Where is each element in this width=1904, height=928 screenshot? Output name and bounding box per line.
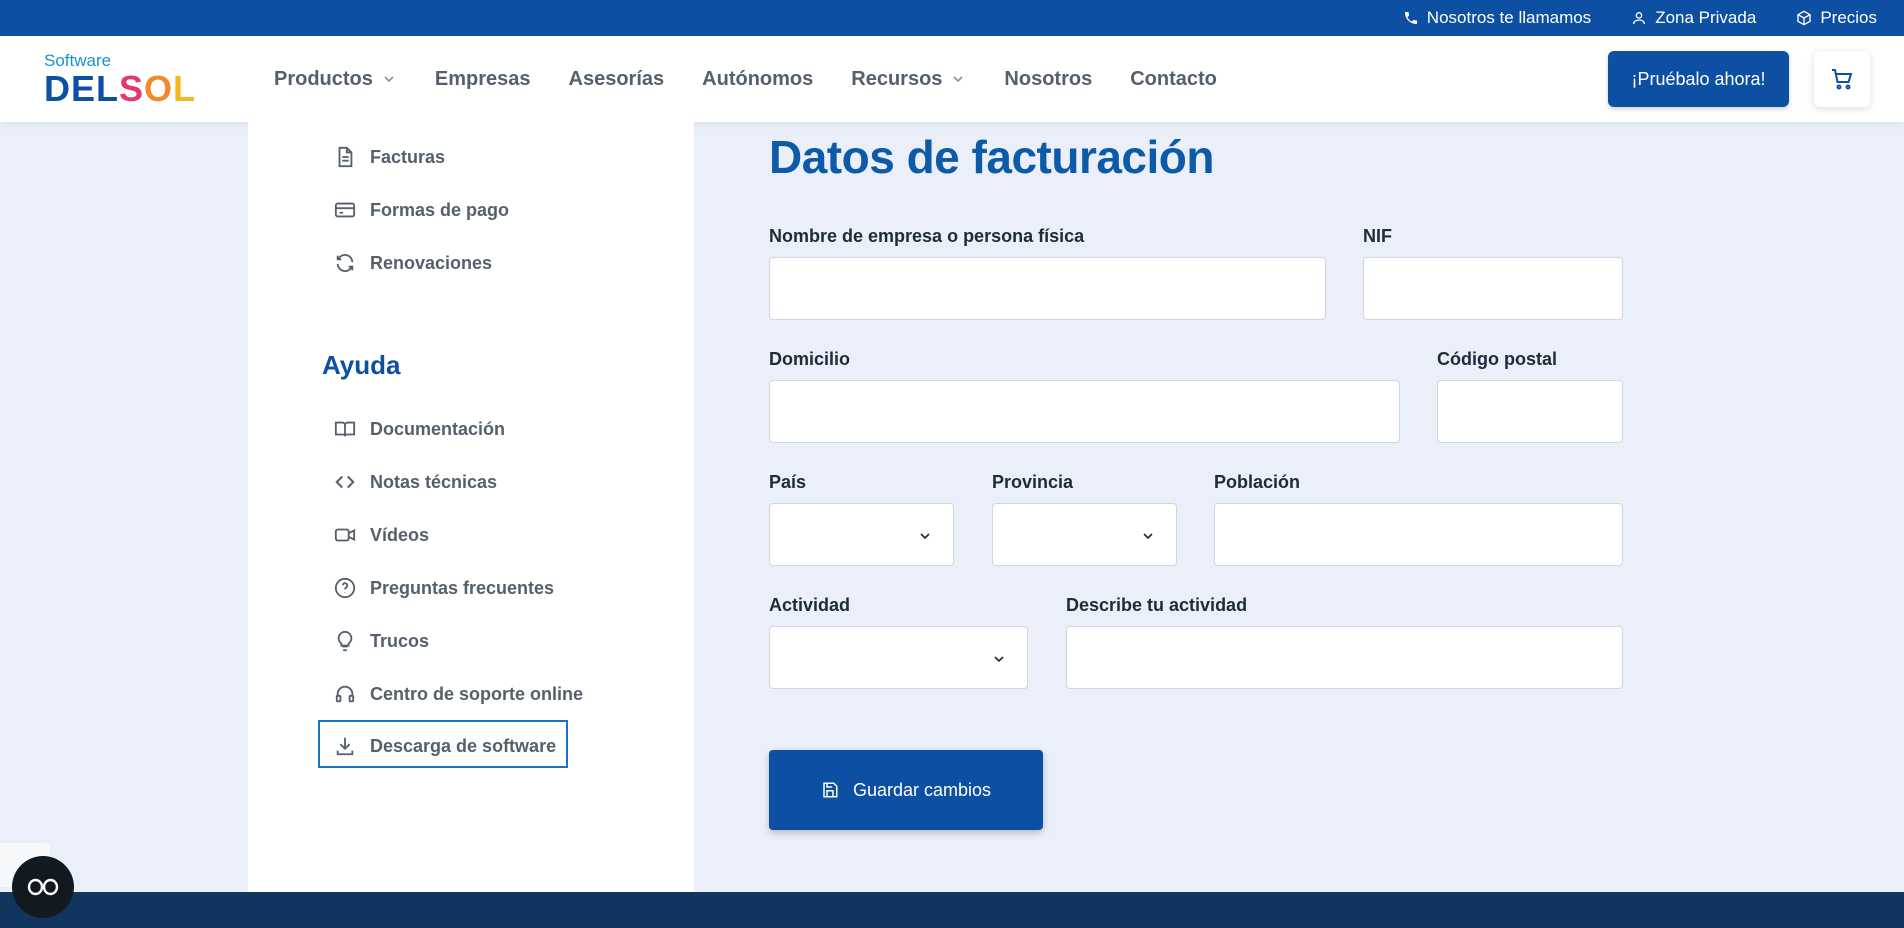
nav-autonomos-label: Autónomos: [702, 67, 814, 90]
nav-contacto[interactable]: Contacto: [1130, 68, 1217, 91]
sidebar-item-renovaciones[interactable]: Renovaciones: [334, 252, 492, 274]
svg-text:DELSOL: DELSOL: [44, 71, 196, 107]
postal-code-label: Código postal: [1437, 349, 1557, 369]
sidebar-item-label: Trucos: [370, 630, 430, 651]
chevron-down-icon: [953, 76, 963, 83]
sidebar-item-label: Formas de pago: [370, 199, 510, 220]
save-changes-label: Guardar cambios: [852, 779, 992, 800]
accessibility-widget-button[interactable]: [12, 856, 74, 918]
province-label: Provincia: [992, 472, 1074, 492]
call-us-label: Nosotros te llamamos: [1426, 8, 1592, 27]
sidebar-item-notas-tecnicas[interactable]: Notas técnicas: [334, 471, 497, 493]
address-label: Domicilio: [769, 349, 851, 369]
cart-button[interactable]: [1814, 51, 1870, 107]
refresh-icon: [336, 254, 354, 272]
sidebar-item-label: Documentación: [370, 418, 506, 439]
activity-description-input[interactable]: [1066, 626, 1623, 689]
logo-software-text: Software: [44, 51, 112, 70]
nav-recursos-label: Recursos: [851, 67, 943, 90]
delsol-wordmark: DELSOL: [44, 71, 196, 107]
chevron-down-icon: [994, 656, 1004, 663]
province-select[interactable]: [992, 503, 1177, 566]
address-input[interactable]: [769, 380, 1400, 443]
country-select[interactable]: [769, 503, 954, 566]
nav-productos[interactable]: Productos: [274, 68, 397, 91]
sidebar-item-label: Notas técnicas: [370, 471, 498, 492]
name-label: Nombre de empresa o persona física: [769, 226, 1085, 246]
nav-nosotros-label: Nosotros: [1004, 67, 1093, 90]
nav-productos-label: Productos: [274, 67, 373, 90]
save-changes-button[interactable]: Guardar cambios: [769, 750, 1043, 830]
download-icon: [336, 737, 354, 756]
document-icon: [338, 146, 353, 168]
try-now-button[interactable]: ¡Pruébalo ahora!: [1608, 51, 1789, 107]
sidebar-item-label: Descarga de software: [370, 735, 557, 756]
box-icon: [1797, 10, 1811, 26]
chevron-down-icon: [384, 76, 394, 83]
nav-empresas[interactable]: Empresas: [435, 68, 531, 91]
city-input[interactable]: [1214, 503, 1623, 566]
prices-label: Precios: [1820, 8, 1877, 27]
call-us-link[interactable]: Nosotros te llamamos: [1403, 8, 1591, 28]
sidebar-item-trucos[interactable]: Trucos: [334, 630, 429, 652]
book-icon: [334, 421, 356, 437]
sidebar-item-centro-soporte[interactable]: Centro de soporte online: [334, 683, 583, 705]
activity-description-label: Describe tu actividad: [1066, 595, 1248, 615]
top-utility-bar: Nosotros te llamamos Zona Privada Precio…: [0, 0, 1904, 36]
sidebar-item-documentacion[interactable]: Documentación: [334, 418, 505, 440]
credit-card-icon: [334, 202, 356, 218]
main-nav: Productos Empresas Asesorías Autónomos R…: [274, 36, 1255, 122]
sidebar-item-preguntas-frecuentes[interactable]: Preguntas frecuentes: [334, 577, 554, 599]
activity-select[interactable]: [769, 626, 1028, 689]
account-sidebar: Facturas Formas de pago Renovaciones Ayu…: [248, 122, 694, 892]
nav-nosotros[interactable]: Nosotros: [1004, 68, 1092, 91]
code-icon: [335, 475, 355, 489]
nif-label: NIF: [1363, 226, 1392, 246]
sidebar-item-label: Centro de soporte online: [370, 683, 584, 704]
nav-empresas-label: Empresas: [434, 67, 531, 90]
footer-bar: [0, 892, 1904, 928]
sidebar-item-label: Renovaciones: [370, 252, 493, 273]
phone-icon: [1404, 12, 1417, 24]
nav-contacto-label: Contacto: [1130, 67, 1217, 90]
nav-asesorias-label: Asesorías: [568, 67, 665, 90]
cart-icon: [1832, 69, 1853, 90]
main-header: Software DELSOL Productos Empresas Aseso…: [0, 36, 1904, 122]
lightbulb-icon: [337, 630, 353, 652]
city-label: Población: [1214, 472, 1301, 492]
sidebar-item-label: Preguntas frecuentes: [370, 577, 555, 598]
glasses-icon: [27, 878, 59, 896]
sidebar-item-videos[interactable]: Vídeos: [334, 524, 429, 546]
video-icon: [334, 528, 356, 542]
page-title: Datos de facturación: [769, 131, 1215, 183]
headset-icon: [335, 685, 355, 703]
nav-autonomos[interactable]: Autónomos: [702, 68, 813, 91]
prices-link[interactable]: Precios: [1796, 8, 1877, 28]
sidebar-item-formas-de-pago[interactable]: Formas de pago: [334, 199, 509, 221]
floppy-disk-icon: [823, 782, 838, 798]
sidebar-item-facturas[interactable]: Facturas: [334, 146, 445, 168]
postal-code-input[interactable]: [1437, 380, 1623, 443]
question-icon: [334, 577, 356, 599]
sidebar-item-descarga-software[interactable]: Descarga de software: [334, 735, 556, 757]
nif-input[interactable]: [1363, 257, 1623, 320]
sidebar-item-label: Facturas: [370, 146, 446, 167]
user-icon: [1633, 12, 1646, 25]
private-zone-label: Zona Privada: [1655, 8, 1757, 27]
name-input[interactable]: [769, 257, 1326, 320]
sidebar-item-label: Vídeos: [370, 524, 430, 545]
private-zone-link[interactable]: Zona Privada: [1631, 8, 1756, 28]
help-section-title: Ayuda: [322, 350, 401, 380]
activity-label: Actividad: [769, 595, 851, 615]
nav-recursos[interactable]: Recursos: [851, 68, 966, 91]
chevron-down-icon: [1143, 533, 1153, 540]
delsol-logo[interactable]: Software DELSOL: [44, 51, 214, 107]
country-label: País: [769, 472, 807, 492]
chevron-down-icon: [920, 533, 930, 540]
nav-asesorias[interactable]: Asesorías: [569, 68, 665, 91]
